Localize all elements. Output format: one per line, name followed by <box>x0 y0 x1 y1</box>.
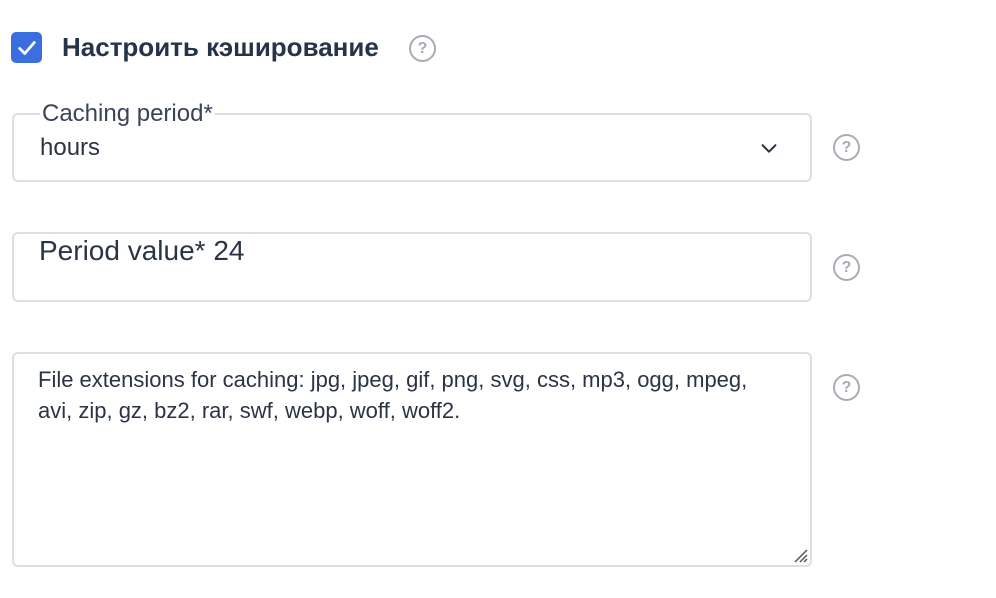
enable-caching-checkbox[interactable] <box>11 32 42 63</box>
help-icon[interactable]: ? <box>409 35 436 62</box>
checkmark-icon <box>17 40 36 55</box>
caching-period-label: Caching period* <box>40 99 215 129</box>
file-extensions-help-icon[interactable]: ? <box>833 374 860 401</box>
caching-period-select[interactable]: Caching period* hours <box>12 99 812 182</box>
period-value-help-icon[interactable]: ? <box>833 254 860 281</box>
period-value-text: Period value* 24 <box>39 234 245 268</box>
chevron-down-icon <box>761 144 777 153</box>
period-value-input[interactable]: Period value* 24 <box>12 232 812 302</box>
period-value-number: 24 <box>213 235 245 266</box>
caching-settings-panel: Настроить кэширование ? Caching period* … <box>0 0 996 598</box>
caching-period-help-icon[interactable]: ? <box>833 134 860 161</box>
caching-period-value: hours <box>40 134 101 161</box>
caching-title[interactable]: Настроить кэширование <box>62 30 379 64</box>
file-extensions-text: File extensions for caching: jpg, jpeg, … <box>38 367 748 423</box>
period-value-label: Period value* <box>39 235 206 266</box>
resize-handle-icon[interactable] <box>792 547 808 563</box>
file-extensions-textarea[interactable]: File extensions for caching: jpg, jpeg, … <box>12 352 812 567</box>
